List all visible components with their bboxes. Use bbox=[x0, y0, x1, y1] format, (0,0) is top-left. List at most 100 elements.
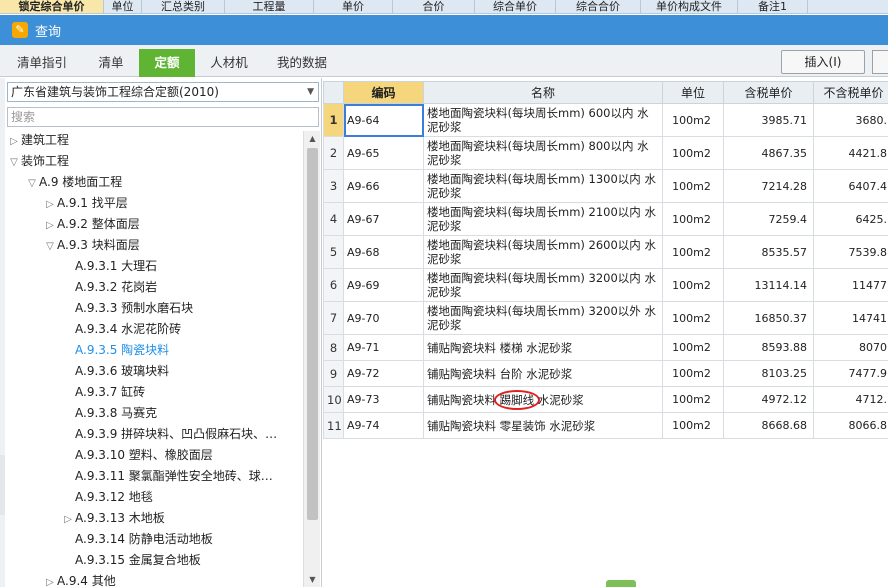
unit-cell[interactable]: 100m2 bbox=[662, 103, 724, 137]
unit-cell[interactable]: 100m2 bbox=[662, 136, 724, 170]
tax-price-cell[interactable]: 7214.28 bbox=[723, 169, 814, 203]
tab-labor-material-machine[interactable]: 人材机 bbox=[196, 49, 262, 77]
toolbar-extra-button[interactable] bbox=[872, 50, 888, 74]
code-cell[interactable]: A9-74 bbox=[343, 412, 424, 439]
header-unit[interactable]: 单位 bbox=[104, 0, 142, 13]
name-cell[interactable]: 楼地面陶瓷块料(每块周长mm) 1300以内 水泥砂浆 bbox=[423, 169, 663, 203]
tree-item[interactable]: A.9.3.15 金属复合地板 bbox=[61, 550, 201, 571]
table-row[interactable]: 5 A9-68 楼地面陶瓷块料(每块周长mm) 2600以内 水泥砂浆 100m2 85… bbox=[323, 235, 888, 269]
header-code[interactable]: 编码 bbox=[343, 81, 424, 104]
scroll-down-icon[interactable]: ▼ bbox=[304, 572, 321, 587]
table-row[interactable]: 4 A9-67 楼地面陶瓷块料(每块周长mm) 2100以内 水泥砂浆 100m2 72… bbox=[323, 202, 888, 236]
scrollbar-thumb[interactable] bbox=[307, 148, 318, 520]
code-cell[interactable]: A9-65 bbox=[343, 136, 424, 170]
notax-price-cell[interactable]: 11477 bbox=[813, 268, 888, 302]
header-composite-total[interactable]: 综合合价 bbox=[556, 0, 641, 13]
tax-price-cell[interactable]: 4867.35 bbox=[723, 136, 814, 170]
row-number[interactable]: 8 bbox=[323, 334, 344, 361]
notax-price-cell[interactable]: 8066.8 bbox=[813, 412, 888, 439]
table-row[interactable]: 8 A9-71 铺贴陶瓷块料 楼梯 水泥砂浆 100m2 8593.88 8070 bbox=[323, 334, 888, 361]
tax-price-cell[interactable]: 4972.12 bbox=[723, 386, 814, 413]
table-row[interactable]: 1 A9-64 楼地面陶瓷块料(每块周长mm) 600以内 水泥砂浆 100m2 398… bbox=[323, 103, 888, 137]
unit-cell[interactable]: 100m2 bbox=[662, 301, 724, 335]
header-locked-price[interactable]: 锁定综合单价 bbox=[0, 0, 104, 13]
table-row[interactable]: 7 A9-70 楼地面陶瓷块料(每块周长mm) 3200以外 水泥砂浆 100m2 16… bbox=[323, 301, 888, 335]
tax-price-cell[interactable]: 13114.14 bbox=[723, 268, 814, 302]
row-number[interactable]: 6 bbox=[323, 268, 344, 302]
row-number[interactable]: 7 bbox=[323, 301, 344, 335]
unit-cell[interactable]: 100m2 bbox=[662, 412, 724, 439]
collapse-arrow-icon[interactable]: ▷ bbox=[43, 194, 57, 215]
name-cell[interactable]: 铺贴陶瓷块料 零星装饰 水泥砂浆 bbox=[423, 412, 663, 439]
code-cell[interactable]: A9-69 bbox=[343, 268, 424, 302]
unit-cell[interactable]: 100m2 bbox=[662, 386, 724, 413]
header-total-price[interactable]: 合价 bbox=[393, 0, 475, 13]
unit-cell[interactable]: 100m2 bbox=[662, 360, 724, 387]
tree-item[interactable]: A.9.3.1 大理石 bbox=[61, 256, 157, 277]
tree-item[interactable]: A.9.3.6 玻璃块料 bbox=[61, 361, 169, 382]
search-input[interactable]: 搜索 bbox=[7, 107, 319, 127]
notax-price-cell[interactable]: 4421.8 bbox=[813, 136, 888, 170]
name-cell[interactable]: 楼地面陶瓷块料(每块周长mm) 2600以内 水泥砂浆 bbox=[423, 235, 663, 269]
collapse-arrow-icon[interactable]: ▷ bbox=[7, 131, 21, 152]
header-unit-price[interactable]: 单价 bbox=[314, 0, 393, 13]
expand-arrow-icon[interactable]: ▽ bbox=[25, 173, 39, 194]
table-row[interactable]: 6 A9-69 楼地面陶瓷块料(每块周长mm) 3200以内 水泥砂浆 100m2 13… bbox=[323, 268, 888, 302]
code-cell[interactable]: A9-68 bbox=[343, 235, 424, 269]
tax-price-cell[interactable]: 16850.37 bbox=[723, 301, 814, 335]
scroll-up-icon[interactable]: ▲ bbox=[304, 131, 321, 146]
row-number[interactable]: 3 bbox=[323, 169, 344, 203]
tree-item[interactable]: ▷ A.9.4 其他 bbox=[43, 571, 116, 587]
tree-item[interactable]: A.9.3.8 马赛克 bbox=[61, 403, 157, 424]
notax-price-cell[interactable]: 6407.4 bbox=[813, 169, 888, 203]
tree-item[interactable]: A.9.3.7 缸砖 bbox=[61, 382, 145, 403]
collapse-arrow-icon[interactable]: ▷ bbox=[61, 509, 75, 530]
tab-bill[interactable]: 清单 bbox=[84, 49, 138, 77]
tree-item[interactable]: A.9.3.9 拼碎块料、凹凸假麻石块、… bbox=[61, 424, 277, 445]
tree-item[interactable]: A.9.3.5 陶瓷块料 bbox=[61, 340, 169, 361]
code-cell[interactable]: A9-72 bbox=[343, 360, 424, 387]
name-cell[interactable]: 楼地面陶瓷块料(每块周长mm) 3200以内 水泥砂浆 bbox=[423, 268, 663, 302]
header-notax-price[interactable]: 不含税单价 bbox=[813, 81, 888, 104]
bottom-splitter-handle[interactable] bbox=[606, 580, 636, 587]
dialog-titlebar[interactable]: ✎ 查询 bbox=[0, 15, 888, 45]
table-row[interactable]: 3 A9-66 楼地面陶瓷块料(每块周长mm) 1300以内 水泥砂浆 100m2 72… bbox=[323, 169, 888, 203]
tree-item[interactable]: ▷ 建筑工程 bbox=[7, 131, 69, 151]
unit-cell[interactable]: 100m2 bbox=[662, 235, 724, 269]
collapse-arrow-icon[interactable]: ▷ bbox=[43, 215, 57, 236]
tree-item[interactable]: ▽ A.9 楼地面工程 bbox=[25, 172, 122, 193]
tab-my-data[interactable]: 我的数据 bbox=[263, 49, 341, 77]
name-cell[interactable]: 铺贴陶瓷块料 踢脚线 水泥砂浆 bbox=[423, 386, 663, 413]
tree-scrollbar[interactable]: ▲ ▼ bbox=[303, 131, 320, 587]
tree-item[interactable]: A.9.3.3 预制水磨石块 bbox=[61, 298, 193, 319]
tree-item[interactable]: A.9.3.10 塑料、橡胶面层 bbox=[61, 445, 213, 466]
row-number[interactable]: 9 bbox=[323, 360, 344, 387]
header-name[interactable]: 名称 bbox=[423, 81, 663, 104]
insert-button[interactable]: 插入(I) bbox=[781, 50, 865, 74]
tax-price-cell[interactable]: 8668.68 bbox=[723, 412, 814, 439]
notax-price-cell[interactable]: 4712. bbox=[813, 386, 888, 413]
table-row[interactable]: 11 A9-74 铺贴陶瓷块料 零星装饰 水泥砂浆 100m2 8668.68 8066.… bbox=[323, 412, 888, 439]
tax-price-cell[interactable]: 8535.57 bbox=[723, 235, 814, 269]
expand-arrow-icon[interactable]: ▽ bbox=[43, 236, 57, 257]
header-remark[interactable]: 备注1 bbox=[738, 0, 808, 13]
tree-item[interactable]: A.9.3.2 花岗岩 bbox=[61, 277, 157, 298]
tab-bill-guide[interactable]: 清单指引 bbox=[0, 49, 84, 77]
tree-item[interactable]: A.9.3.4 水泥花阶砖 bbox=[61, 319, 181, 340]
header-composite-unit-price[interactable]: 综合单价 bbox=[475, 0, 556, 13]
unit-cell[interactable]: 100m2 bbox=[662, 268, 724, 302]
name-cell[interactable]: 楼地面陶瓷块料(每块周长mm) 600以内 水泥砂浆 bbox=[423, 103, 663, 137]
tax-price-cell[interactable]: 8103.25 bbox=[723, 360, 814, 387]
table-row[interactable]: 10 A9-73 铺贴陶瓷块料 踢脚线 水泥砂浆 100m2 4972.12 4712. bbox=[323, 386, 888, 413]
name-cell[interactable]: 楼地面陶瓷块料(每块周长mm) 3200以外 水泥砂浆 bbox=[423, 301, 663, 335]
row-number[interactable]: 1 bbox=[323, 103, 344, 137]
tree-item[interactable]: ▽ A.9.3 块料面层 bbox=[43, 235, 140, 256]
header-unit[interactable]: 单位 bbox=[662, 81, 724, 104]
row-number[interactable]: 11 bbox=[323, 412, 344, 439]
tax-price-cell[interactable]: 8593.88 bbox=[723, 334, 814, 361]
quota-library-select[interactable]: 广东省建筑与装饰工程综合定额(2010) ▼ bbox=[7, 82, 319, 102]
unit-cell[interactable]: 100m2 bbox=[662, 334, 724, 361]
notax-price-cell[interactable]: 8070 bbox=[813, 334, 888, 361]
expand-arrow-icon[interactable]: ▽ bbox=[7, 152, 21, 173]
tree-item[interactable]: A.9.3.14 防静电活动地板 bbox=[61, 529, 213, 550]
